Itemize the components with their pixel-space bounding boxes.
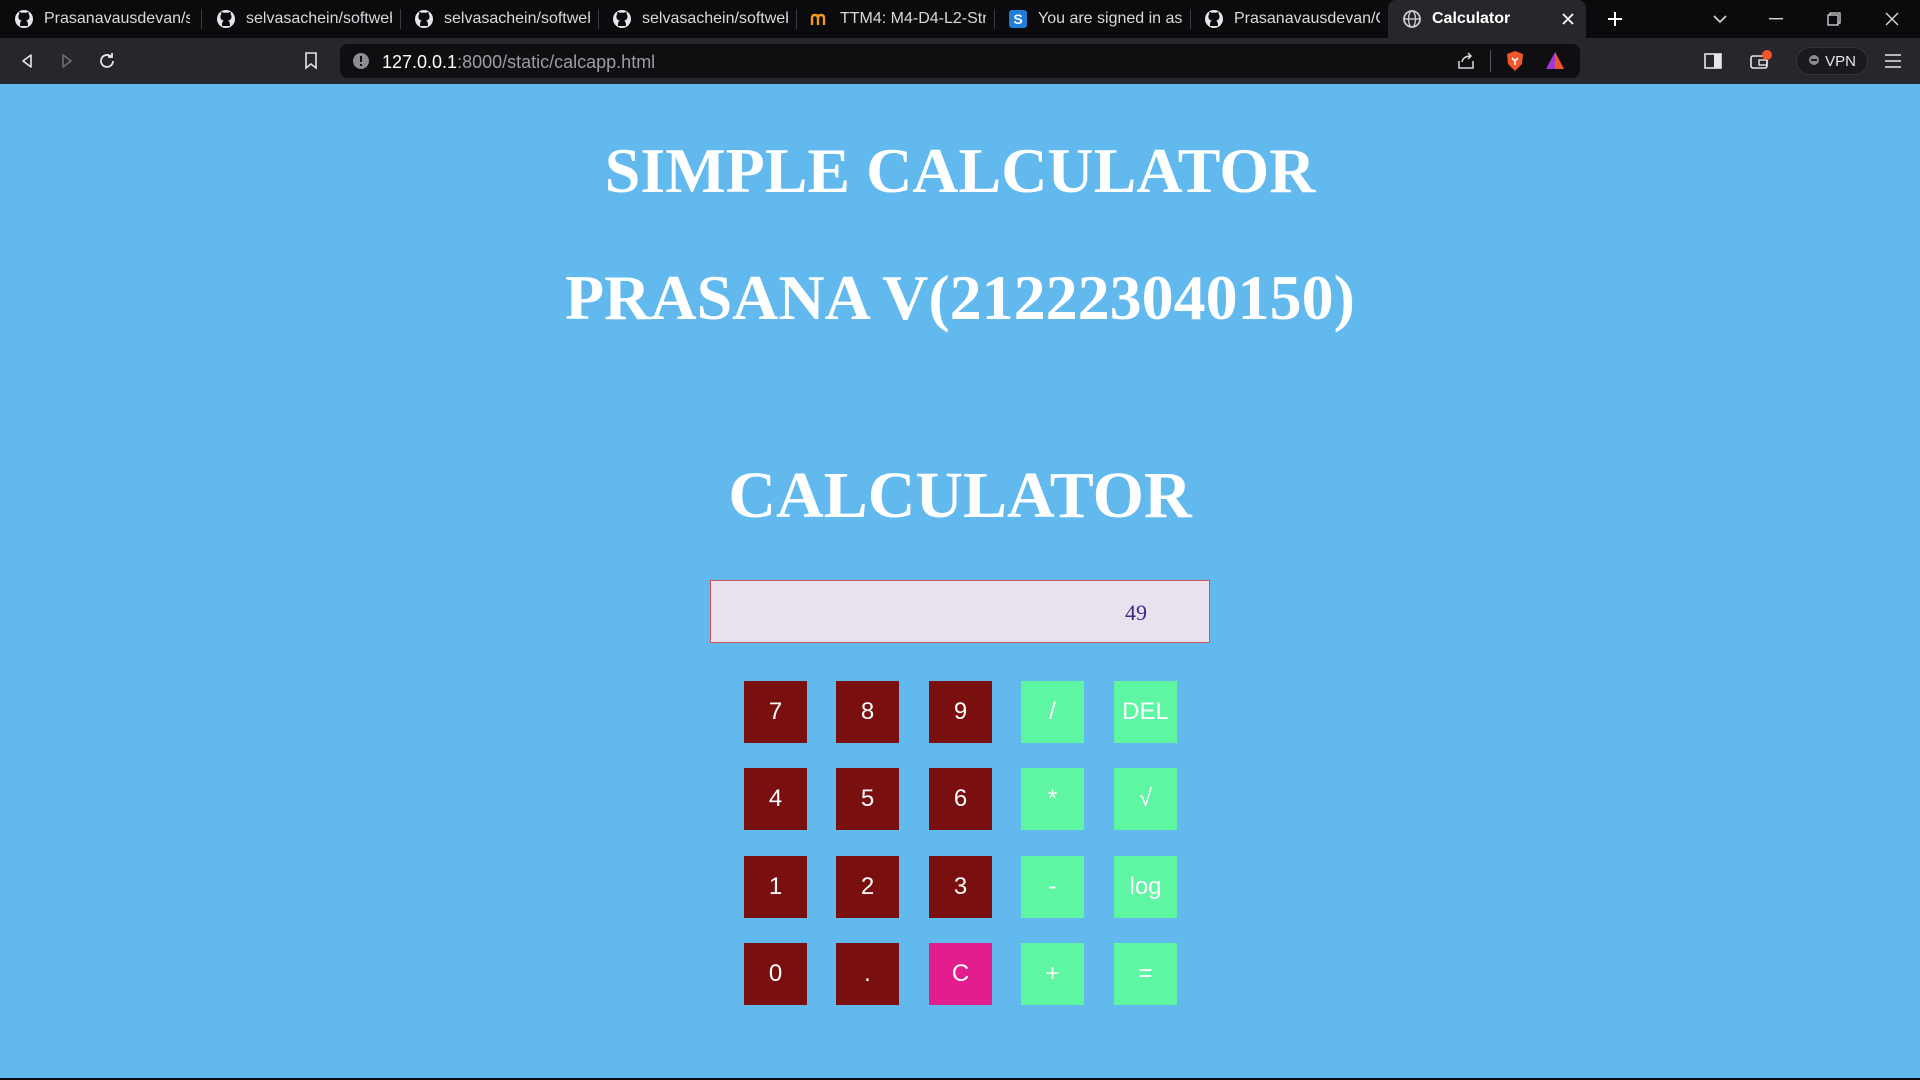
browser-tab-5[interactable]: TTM4: M4-D4-L2-String [796, 0, 994, 38]
key-5[interactable]: 5 [836, 768, 899, 830]
browser-tab-active[interactable]: Calculator [1388, 0, 1586, 38]
github-icon [1204, 9, 1224, 29]
share-icon[interactable] [1456, 51, 1476, 76]
display-value: 49 [1125, 600, 1147, 625]
url-text: 127.0.0.1:8000/static/calcapp.html [382, 52, 655, 73]
tab-title: selvasachein/softweb [444, 10, 590, 27]
key-1[interactable]: 1 [744, 856, 807, 918]
key-8[interactable]: 8 [836, 681, 899, 743]
svg-text:S: S [1013, 11, 1022, 27]
tab-title: Prasanavausdevan/Calc [1234, 10, 1380, 27]
tab-title: Calculator [1432, 10, 1511, 27]
tab-title: Prasanavausdevan/soft [44, 10, 190, 27]
github-icon [414, 9, 434, 29]
browser-tab-1[interactable]: Prasanavausdevan/soft [0, 0, 198, 38]
key-add[interactable]: + [1021, 943, 1084, 1005]
key-subtract[interactable]: - [1021, 856, 1084, 918]
browser-tab-4[interactable]: selvasachein/softweb [598, 0, 796, 38]
forward-button[interactable] [52, 46, 82, 76]
reload-button[interactable] [92, 46, 122, 76]
github-icon [14, 9, 34, 29]
browser-tab-3[interactable]: selvasachein/softweb [400, 0, 598, 38]
tab-title: selvasachein/softweb [246, 10, 392, 27]
key-sqrt[interactable]: √ [1114, 768, 1177, 830]
key-9[interactable]: 9 [929, 681, 992, 743]
address-bar[interactable]: 127.0.0.1:8000/static/calcapp.html [340, 44, 1580, 78]
key-3[interactable]: 3 [929, 856, 992, 918]
tab-title: You are signed in as ex [1038, 10, 1182, 27]
url-path: :8000/static/calcapp.html [457, 52, 656, 72]
author-heading: PRASANA V(212223040150) [565, 262, 1355, 333]
browser-tab-7[interactable]: Prasanavausdevan/Calc [1190, 0, 1388, 38]
key-0[interactable]: 0 [744, 943, 807, 1005]
vpn-label: VPN [1825, 52, 1856, 70]
browser-tab-2[interactable]: selvasachein/softweb [202, 0, 400, 38]
key-decimal[interactable]: . [836, 943, 899, 1005]
skillrack-icon: S [1008, 9, 1028, 29]
key-delete[interactable]: DEL [1114, 681, 1177, 743]
key-divide[interactable]: / [1021, 681, 1084, 743]
key-clear[interactable]: C [929, 943, 992, 1005]
github-icon [216, 9, 236, 29]
key-4[interactable]: 4 [744, 768, 807, 830]
page-content: SIMPLE CALCULATOR PRASANA V(212223040150… [0, 84, 1920, 1078]
restore-button[interactable] [1806, 0, 1862, 38]
menu-icon[interactable] [1878, 46, 1908, 76]
vpn-status-icon [1808, 53, 1820, 70]
brave-shields-icon[interactable] [1504, 50, 1526, 77]
key-equals[interactable]: = [1114, 943, 1177, 1005]
vpn-button[interactable]: VPN [1796, 47, 1868, 75]
github-icon [612, 9, 632, 29]
page-title: SIMPLE CALCULATOR [604, 135, 1316, 206]
close-tab-icon[interactable] [1558, 8, 1578, 30]
wallet-icon[interactable] [1746, 46, 1776, 76]
browser-tab-6[interactable]: S You are signed in as ex [994, 0, 1190, 38]
brave-rewards-icon[interactable] [1544, 50, 1566, 77]
key-7[interactable]: 7 [744, 681, 807, 743]
back-button[interactable] [12, 46, 42, 76]
bookmark-icon[interactable] [296, 46, 326, 76]
browser-toolbar: 127.0.0.1:8000/static/calcapp.html VPN [0, 38, 1920, 84]
calculator-display[interactable]: 49 [710, 580, 1210, 643]
tab-search-button[interactable] [1692, 0, 1748, 38]
browser-tab-strip: Prasanavausdevan/soft selvasachein/softw… [0, 0, 1920, 38]
globe-icon [1402, 9, 1422, 29]
key-multiply[interactable]: * [1021, 768, 1084, 830]
key-log[interactable]: log [1114, 856, 1177, 918]
tab-title: TTM4: M4-D4-L2-String [840, 10, 986, 27]
close-window-button[interactable] [1864, 0, 1920, 38]
new-tab-button[interactable] [1600, 4, 1630, 34]
url-host: 127.0.0.1 [382, 52, 458, 72]
moodle-icon [810, 9, 830, 29]
minimize-button[interactable] [1748, 0, 1804, 38]
tab-title: selvasachein/softweb [642, 10, 788, 27]
sidebar-toggle-icon[interactable] [1698, 46, 1728, 76]
key-2[interactable]: 2 [836, 856, 899, 918]
address-divider [1490, 50, 1491, 72]
key-6[interactable]: 6 [929, 768, 992, 830]
calculator-heading: CALCULATOR [728, 459, 1192, 532]
site-info-icon[interactable] [352, 52, 370, 75]
